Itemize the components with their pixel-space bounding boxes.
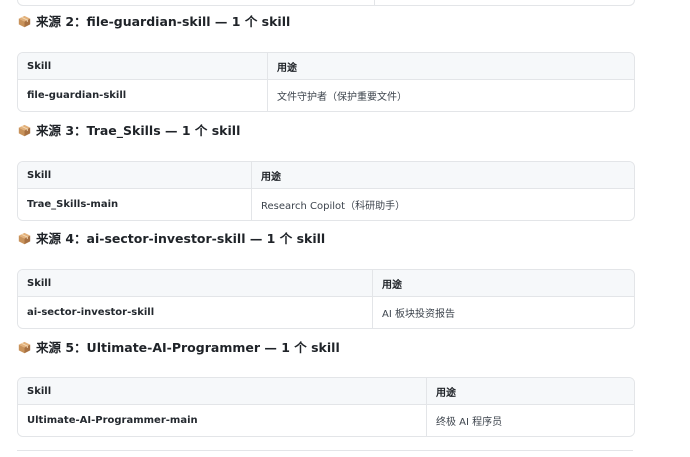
- skill-purpose-cell: 终极 AI 程序员: [436, 417, 503, 428]
- column-header-skill: Skill: [18, 378, 427, 404]
- skills-table-source-5: Skill 用途 Ultimate-AI-Programmer-main 终极 …: [17, 377, 635, 437]
- section-heading-source-2: 来源 2：file-guardian-skill — 1 个 skill: [18, 12, 290, 32]
- table-header-row: Skill 用途: [18, 378, 634, 405]
- package-box-icon: [18, 15, 31, 28]
- table-row: file-guardian-skill 文件守护者（保护重要文件）: [18, 80, 634, 111]
- skill-name-cell: ai-sector-investor-skill: [18, 297, 373, 328]
- table-header-row: Skill 用途: [18, 270, 634, 297]
- table-row: ai-sector-investor-skill AI 板块投资报告: [18, 297, 634, 328]
- column-header-purpose: 用途: [436, 387, 456, 399]
- skills-table-source-4: Skill 用途 ai-sector-investor-skill AI 板块投…: [17, 269, 635, 329]
- skill-purpose-cell: 文件守护者（保护重要文件）: [277, 92, 407, 103]
- column-header-skill: Skill: [18, 162, 252, 188]
- section-heading-text: 来源 3：Trae_Skills — 1 个 skill: [36, 123, 241, 138]
- column-header-skill: Skill: [18, 270, 373, 296]
- column-header-skill: Skill: [18, 53, 268, 79]
- section-heading-text: 来源 2：file-guardian-skill — 1 个 skill: [36, 14, 291, 29]
- package-box-icon: [18, 341, 31, 354]
- section-heading-text: 来源 4：ai-sector-investor-skill — 1 个 skil…: [36, 231, 326, 246]
- skills-table-source-2: Skill 用途 file-guardian-skill 文件守护者（保护重要文…: [17, 52, 635, 112]
- section-divider: [17, 450, 633, 451]
- package-box-icon: [18, 232, 31, 245]
- table-header-row: Skill 用途: [18, 53, 634, 80]
- section-heading-text: 来源 5：Ultimate-AI-Programmer — 1 个 skill: [36, 340, 340, 355]
- table-header-row: Skill 用途: [18, 162, 634, 189]
- skill-name-cell: Trae_Skills-main: [18, 189, 252, 220]
- skill-purpose-cell: AI 板块投资报告: [382, 309, 455, 320]
- table-row: Ultimate-AI-Programmer-main 终极 AI 程序员: [18, 405, 634, 436]
- skill-name-cell: file-guardian-skill: [18, 80, 268, 111]
- package-box-icon: [18, 124, 31, 137]
- section-heading-source-4: 来源 4：ai-sector-investor-skill — 1 个 skil…: [18, 229, 325, 249]
- skills-table-source-3: Skill 用途 Trae_Skills-main Research Copil…: [17, 161, 635, 221]
- column-header-purpose: 用途: [261, 171, 281, 183]
- column-header-purpose: 用途: [277, 62, 297, 74]
- section-heading-source-3: 来源 3：Trae_Skills — 1 个 skill: [18, 121, 240, 141]
- table-row: Trae_Skills-main Research Copilot（科研助手）: [18, 189, 634, 220]
- section-heading-source-5: 来源 5：Ultimate-AI-Programmer — 1 个 skill: [18, 338, 340, 358]
- skill-purpose-cell: Research Copilot（科研助手）: [261, 201, 406, 212]
- column-header-purpose: 用途: [382, 279, 402, 291]
- previous-table-end: [17, 0, 635, 6]
- skill-name-cell: Ultimate-AI-Programmer-main: [18, 405, 427, 436]
